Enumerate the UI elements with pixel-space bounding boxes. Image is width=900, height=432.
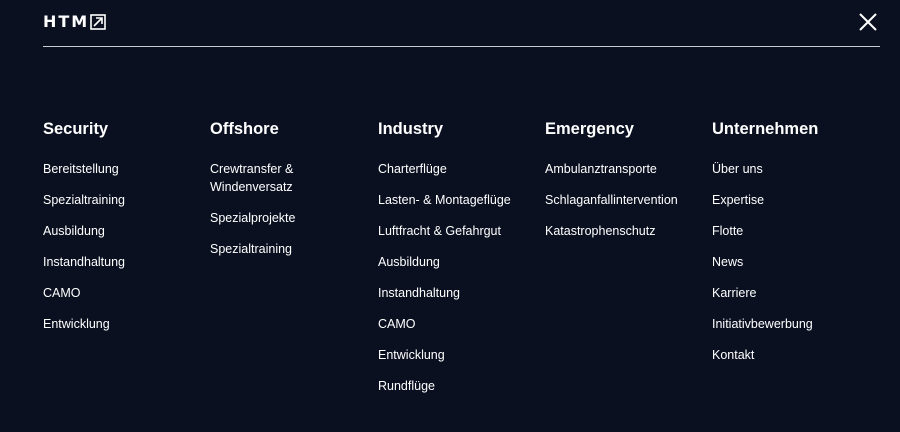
menu-link[interactable]: Ambulanztransporte xyxy=(545,160,705,178)
menu-link[interactable]: Spezialprojekte xyxy=(210,209,320,227)
menu-link[interactable]: Kontakt xyxy=(712,346,872,364)
menu-heading-offshore[interactable]: Offshore xyxy=(210,117,320,141)
menu-link[interactable]: Instandhaltung xyxy=(378,284,538,302)
header: HTM xyxy=(43,0,880,47)
close-button[interactable] xyxy=(856,10,880,34)
menu-link[interactable]: CAMO xyxy=(378,315,538,333)
menu-link[interactable]: Crewtransfer & Windenversatz xyxy=(210,160,320,196)
menu-link[interactable]: Rundflüge xyxy=(378,377,538,395)
menu-link[interactable]: Entwicklung xyxy=(378,346,538,364)
menu-link[interactable]: Katastrophenschutz xyxy=(545,222,705,240)
menu-link[interactable]: Expertise xyxy=(712,191,872,209)
menu-link[interactable]: CAMO xyxy=(43,284,193,302)
menu-heading-industry[interactable]: Industry xyxy=(378,117,538,141)
menu-link[interactable]: Über uns xyxy=(712,160,872,178)
menu-column-unternehmen: Unternehmen Über uns Expertise Flotte Ne… xyxy=(712,117,872,377)
menu-column-security: Security Bereitstellung Spezialtraining … xyxy=(43,117,193,346)
menu-heading-security[interactable]: Security xyxy=(43,117,193,141)
logo[interactable]: HTM xyxy=(43,12,107,31)
menu-link[interactable]: Instandhaltung xyxy=(43,253,193,271)
mega-menu: Security Bereitstellung Spezialtraining … xyxy=(43,117,880,417)
menu-link[interactable]: Initiativbewerbung xyxy=(712,315,872,333)
menu-heading-emergency[interactable]: Emergency xyxy=(545,117,705,141)
menu-column-emergency: Emergency Ambulanztransporte Schlaganfal… xyxy=(545,117,705,253)
logo-text: HTM xyxy=(43,12,90,31)
menu-link[interactable]: Bereitstellung xyxy=(43,160,193,178)
menu-link[interactable]: Flotte xyxy=(712,222,872,240)
menu-link[interactable]: Schlaganfallintervention xyxy=(545,191,705,209)
menu-link[interactable]: Lasten- & Montageflüge xyxy=(378,191,538,209)
menu-column-offshore: Offshore Crewtransfer & Windenversatz Sp… xyxy=(210,117,320,271)
menu-link[interactable]: Spezialtraining xyxy=(210,240,320,258)
menu-link[interactable]: News xyxy=(712,253,872,271)
menu-column-industry: Industry Charterflüge Lasten- & Montagef… xyxy=(378,117,538,408)
menu-link[interactable]: Charterflüge xyxy=(378,160,538,178)
navigation-overlay: HTM Security Bereitstellung Spezialtrain… xyxy=(0,0,900,432)
close-icon xyxy=(859,13,877,31)
menu-link[interactable]: Luftfracht & Gefahrgut xyxy=(378,222,538,240)
menu-link[interactable]: Spezialtraining xyxy=(43,191,193,209)
menu-link[interactable]: Ausbildung xyxy=(378,253,538,271)
menu-link[interactable]: Ausbildung xyxy=(43,222,193,240)
menu-link[interactable]: Entwicklung xyxy=(43,315,193,333)
menu-heading-unternehmen[interactable]: Unternehmen xyxy=(712,117,872,141)
menu-link[interactable]: Karriere xyxy=(712,284,872,302)
arrow-up-right-icon xyxy=(90,14,107,30)
